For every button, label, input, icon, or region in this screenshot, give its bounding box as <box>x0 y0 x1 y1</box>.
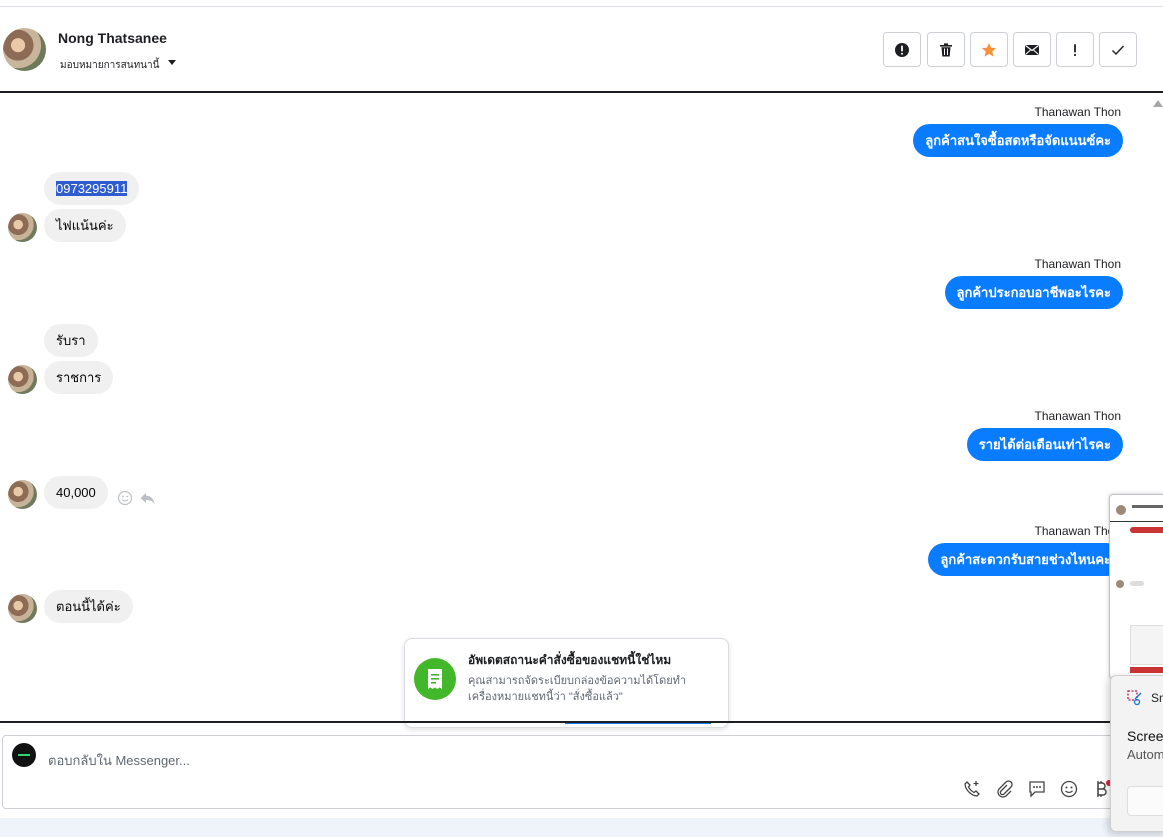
mark-unread-button[interactable] <box>1013 32 1051 67</box>
order-status-prompt[interactable]: อัพเดตสถานะคำสั่งซื้อของแชทนี้ใช่ไหม คุณ… <box>404 638 729 728</box>
saved-reply-icon[interactable] <box>1028 780 1046 798</box>
exclamation-icon <box>1073 43 1077 56</box>
prompt-description: คุณสามารถจัดระเบียบกล่องข้อความได้โดยทำเ… <box>468 675 687 703</box>
star-icon <box>981 42 997 56</box>
incoming-message[interactable]: 0973295911 <box>44 172 140 205</box>
caret-down-icon[interactable] <box>168 60 176 65</box>
attachment-icon[interactable] <box>995 780 1013 798</box>
contact-avatar-small <box>8 594 37 623</box>
bottom-bar <box>0 818 1163 837</box>
notification-app-name: Sn <box>1151 691 1163 705</box>
sender-name: Thanawan Thon <box>1034 105 1121 119</box>
prompt-title: อัพเดตสถานะคำสั่งซื้อของแชทนี้ใช่ไหม <box>468 653 672 667</box>
follow-up-button[interactable] <box>1056 32 1094 67</box>
selected-phone-number[interactable]: 0973295911 <box>56 181 128 196</box>
outgoing-message[interactable]: ลูกค้าสะดวกรับสายช่วงไหนคะ <box>928 543 1123 576</box>
snipping-tool-icon <box>1127 690 1142 706</box>
contact-name[interactable]: Nong Thatsanee <box>58 30 167 46</box>
incoming-message[interactable]: รับรา <box>44 324 98 357</box>
checkmark-icon <box>1112 45 1125 55</box>
incoming-message[interactable]: 40,000 <box>44 476 108 509</box>
reply-input[interactable]: ตอบกลับใน Messenger... <box>48 750 190 771</box>
outgoing-message[interactable]: รายได้ต่อเดือนเท่าไรคะ <box>966 428 1123 461</box>
scroll-up-arrow-icon[interactable] <box>1153 100 1163 107</box>
star-button[interactable] <box>970 32 1008 67</box>
spam-button[interactable] <box>883 32 921 67</box>
done-button[interactable] <box>1099 32 1137 67</box>
contact-avatar-small <box>8 213 37 242</box>
contact-avatar-small <box>8 480 37 509</box>
emoji-icon[interactable] <box>1060 780 1078 798</box>
snipping-tool-notification[interactable]: Sn Screen Autom <box>1110 675 1163 832</box>
notification-title: Screen <box>1127 728 1163 744</box>
envelope-icon <box>1025 44 1039 55</box>
incoming-message[interactable]: ราชการ <box>44 361 114 394</box>
incoming-message[interactable]: ตอนนี้ได้ค่ะ <box>44 590 133 623</box>
composer-divider <box>0 721 1163 723</box>
conversation-header: Nong Thatsanee มอบหมายการสนทนานี้ <box>0 7 1163 93</box>
page-avatar <box>12 743 36 767</box>
delete-button[interactable] <box>927 32 965 67</box>
notification-subtitle: Autom <box>1127 747 1163 762</box>
reply-icon[interactable] <box>139 490 156 506</box>
assign-conversation-dropdown[interactable]: มอบหมายการสนทนานี้ <box>60 58 159 73</box>
incoming-message[interactable]: ไฟแน้นค่ะ <box>44 209 126 242</box>
payment-baht-icon[interactable] <box>1092 780 1110 798</box>
exclamation-circle-icon <box>895 42 909 57</box>
smiley-reaction-icon[interactable] <box>117 490 133 506</box>
sender-name: Thanawan Thon <box>1034 409 1121 423</box>
reply-composer[interactable]: ตอบกลับใน Messenger... <box>2 735 1163 809</box>
call-icon[interactable] <box>963 780 981 798</box>
sender-name: Thanawan Thon <box>1034 257 1121 271</box>
notification-action-button[interactable] <box>1127 786 1163 816</box>
trash-icon <box>940 42 952 56</box>
outgoing-message[interactable]: ลูกค้าสนใจซื้อสดหรือจัดแนนซ์คะ <box>913 124 1123 157</box>
message-thread[interactable]: Thanawan Thon ลูกค้าสนใจซื้อสดหรือจัดแนน… <box>0 95 1163 721</box>
contact-avatar[interactable] <box>3 28 46 71</box>
screenshot-thumbnail[interactable] <box>1109 494 1163 679</box>
contact-avatar-small <box>8 365 37 394</box>
receipt-icon <box>414 658 456 700</box>
outgoing-message[interactable]: ลูกค้าประกอบอาชีพอะไรคะ <box>944 276 1123 309</box>
